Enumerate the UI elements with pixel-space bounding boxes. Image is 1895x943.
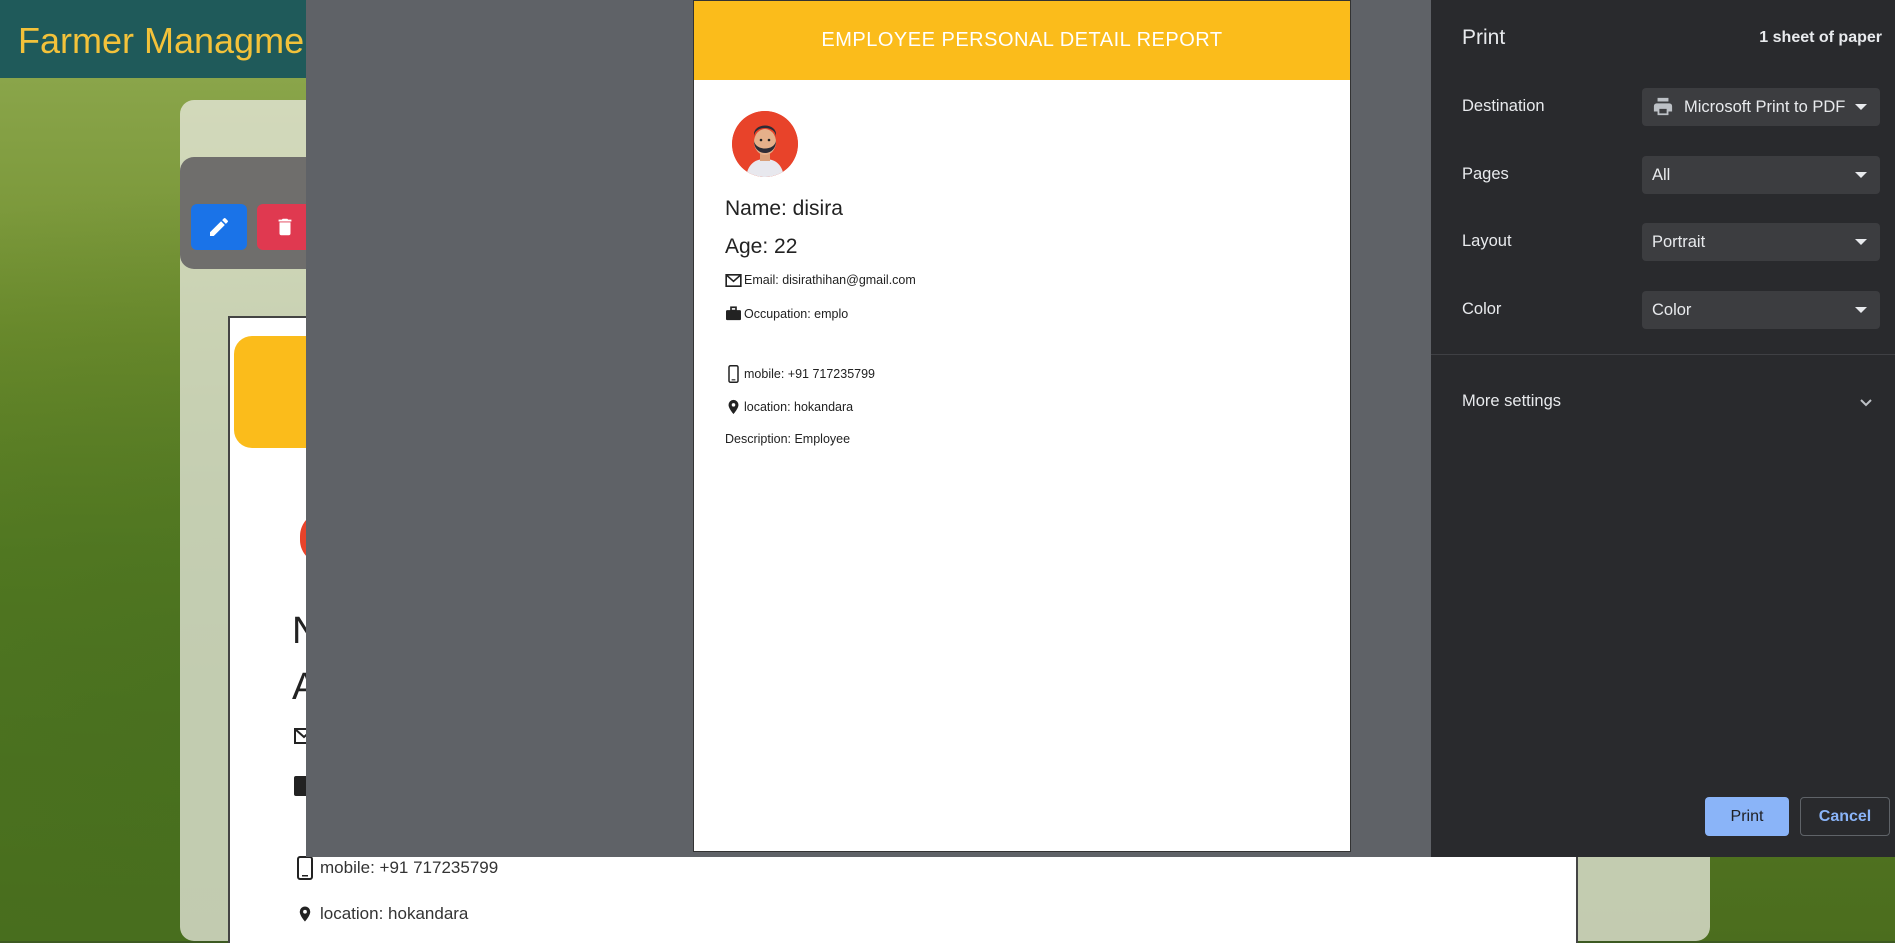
pages-select[interactable]: All [1642,156,1880,194]
dropdown-caret-icon [1855,172,1867,178]
phone-icon [728,365,739,383]
color-label: Color [1462,300,1502,318]
mail-icon [725,273,742,287]
location-pin-icon [299,906,311,922]
preview-description: Description: Employee [725,432,851,446]
preview-description-line: Description: Employee [725,432,850,446]
print-dialog-title: Print [1462,26,1506,49]
preview-mobile: mobile: +91 717235799 [744,367,876,381]
layout-label: Layout [1462,232,1512,250]
sheet-count: 1 sheet of paper [1759,29,1882,46]
color-select[interactable]: Color [1642,291,1880,329]
dropdown-caret-icon [1855,307,1867,313]
more-settings-toggle[interactable]: More settings [1462,392,1561,411]
phone-icon [297,856,313,880]
color-value: Color [1652,300,1692,319]
preview-report-title: EMPLOYEE PERSONAL DETAIL REPORT [694,1,1350,80]
pencil-icon [210,217,229,236]
dropdown-caret-icon [1855,104,1867,110]
report-mobile-line: mobile: +91 717235799 [296,856,498,880]
print-preview-page: EMPLOYEE PERSONAL DETAIL REPORT Name: di… [693,0,1351,852]
print-settings-panel: Print 1 sheet of paper Destination Micro… [1431,0,1895,857]
preview-age: Age: 22 [725,235,798,258]
trash-icon [278,218,292,236]
preview-occupation: Occupation: emplo [744,306,849,321]
layout-value: Portrait [1652,232,1706,251]
edit-button[interactable] [191,204,247,250]
delete-button[interactable] [257,204,313,250]
cancel-button[interactable]: Cancel [1800,797,1890,836]
destination-select[interactable]: Microsoft Print to PDF [1642,88,1880,126]
preview-email: Email: disirathihan@gmail.com [744,273,916,287]
print-button[interactable]: Print [1705,797,1789,836]
preview-occupation-line: Occupation: emplo [725,306,848,321]
chevron-down-icon[interactable] [1858,394,1874,410]
settings-divider [1431,354,1895,355]
app-title[interactable]: Farmer Managment [18,20,334,62]
printer-icon [1653,97,1673,116]
preview-email-line: Email: disirathihan@gmail.com [725,273,916,287]
preview-location: location: hokandara [744,400,854,414]
preview-name: Name: disira [725,197,843,220]
preview-location-line: location: hokandara [725,398,853,416]
briefcase-icon [726,306,741,321]
print-dialog: EMPLOYEE PERSONAL DETAIL REPORT Name: di… [306,0,1895,857]
report-location-text: location: hokandara [320,904,469,923]
dropdown-caret-icon [1855,239,1867,245]
report-location-line: location: hokandara [296,902,468,926]
destination-value: Microsoft Print to PDF [1684,97,1846,116]
report-mobile-text: mobile: +91 717235799 [320,858,499,877]
layout-select[interactable]: Portrait [1642,223,1880,261]
avatar [732,111,798,177]
location-pin-icon [728,399,739,415]
destination-label: Destination [1462,97,1545,115]
pages-label: Pages [1462,165,1509,183]
preview-mobile-line: mobile: +91 717235799 [725,365,875,383]
pages-value: All [1652,165,1671,184]
